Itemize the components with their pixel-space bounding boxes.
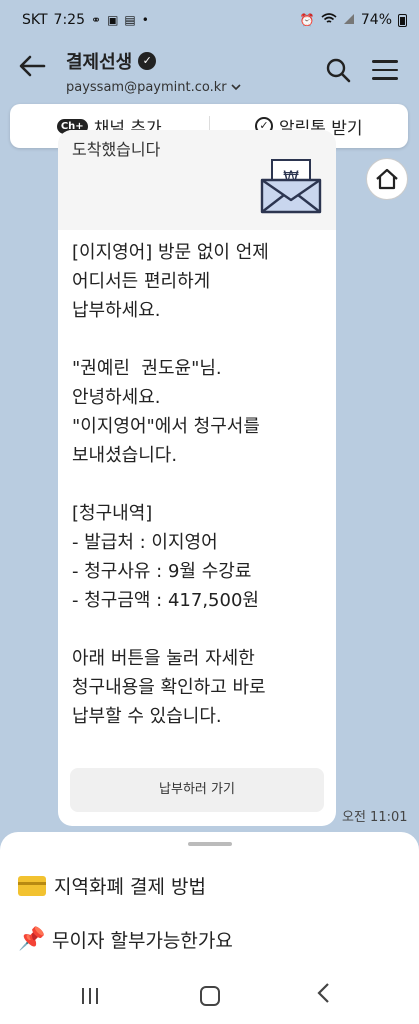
- back-chevron-icon[interactable]: [316, 982, 330, 1010]
- app-notification-icon-2: ▤: [124, 13, 136, 27]
- menu-item-local-currency[interactable]: 지역화폐 결제 방법: [18, 872, 206, 899]
- menu-icon[interactable]: [370, 56, 400, 84]
- signal-icon: [343, 13, 355, 28]
- pushpin-icon: 📌: [18, 926, 46, 952]
- chevron-down-icon: [231, 80, 241, 95]
- envelope-icon: ₩: [258, 156, 324, 216]
- verified-check-icon: ✓: [138, 52, 157, 70]
- message-time: 오전 11:01: [342, 810, 408, 825]
- bubble-header: 도착했습니다 ₩: [58, 130, 336, 230]
- sheet-handle[interactable]: [188, 842, 232, 846]
- app-notification-icon: ▣: [107, 13, 119, 27]
- bubble-header-text: 도착했습니다: [72, 140, 161, 159]
- menu-item-installment[interactable]: 📌 무이자 할부가능한가요: [18, 926, 233, 953]
- wifi-icon: [321, 12, 337, 28]
- alarm-icon: ⏰: [299, 13, 315, 27]
- home-icon[interactable]: [366, 158, 408, 200]
- back-arrow-icon[interactable]: [14, 54, 50, 84]
- menu-item-label: 지역화폐 결제 방법: [54, 876, 206, 898]
- clock: 7:25: [53, 12, 85, 28]
- channel-title: 결제선생: [66, 52, 133, 73]
- system-nav-bar: [0, 960, 419, 1024]
- search-icon[interactable]: [322, 54, 354, 86]
- channel-email: payssam@paymint.co.kr: [66, 80, 227, 95]
- menu-item-label: 무이자 할부가능한가요: [52, 930, 233, 952]
- battery-icon: [398, 13, 407, 27]
- pay-button[interactable]: 납부하러 가기: [70, 768, 324, 812]
- recent-apps-icon[interactable]: [82, 988, 104, 1004]
- message-text: [이지영어] 방문 없이 언제 어디서든 편리하게 납부하세요. "권예린 권도…: [72, 242, 269, 727]
- home-button-icon[interactable]: [200, 986, 220, 1006]
- battery-percent: 74%: [360, 12, 392, 28]
- carrier-label: SKT: [22, 12, 48, 28]
- status-bar: SKT 7:25 ⚭ ▣ ▤ • ⏰ 74%: [0, 0, 419, 40]
- message-bubble: 도착했습니다 ₩ [이지영어] 방문 없이 언제 어디서든 편리하게 납부하세요…: [58, 130, 336, 826]
- link-icon: ⚭: [91, 13, 102, 27]
- channel-info[interactable]: 결제선생 ✓ payssam@paymint.co.kr: [66, 48, 241, 95]
- credit-card-icon: [18, 875, 46, 896]
- more-dot-icon: •: [141, 13, 149, 27]
- chat-header: 결제선생 ✓ payssam@paymint.co.kr: [0, 40, 419, 100]
